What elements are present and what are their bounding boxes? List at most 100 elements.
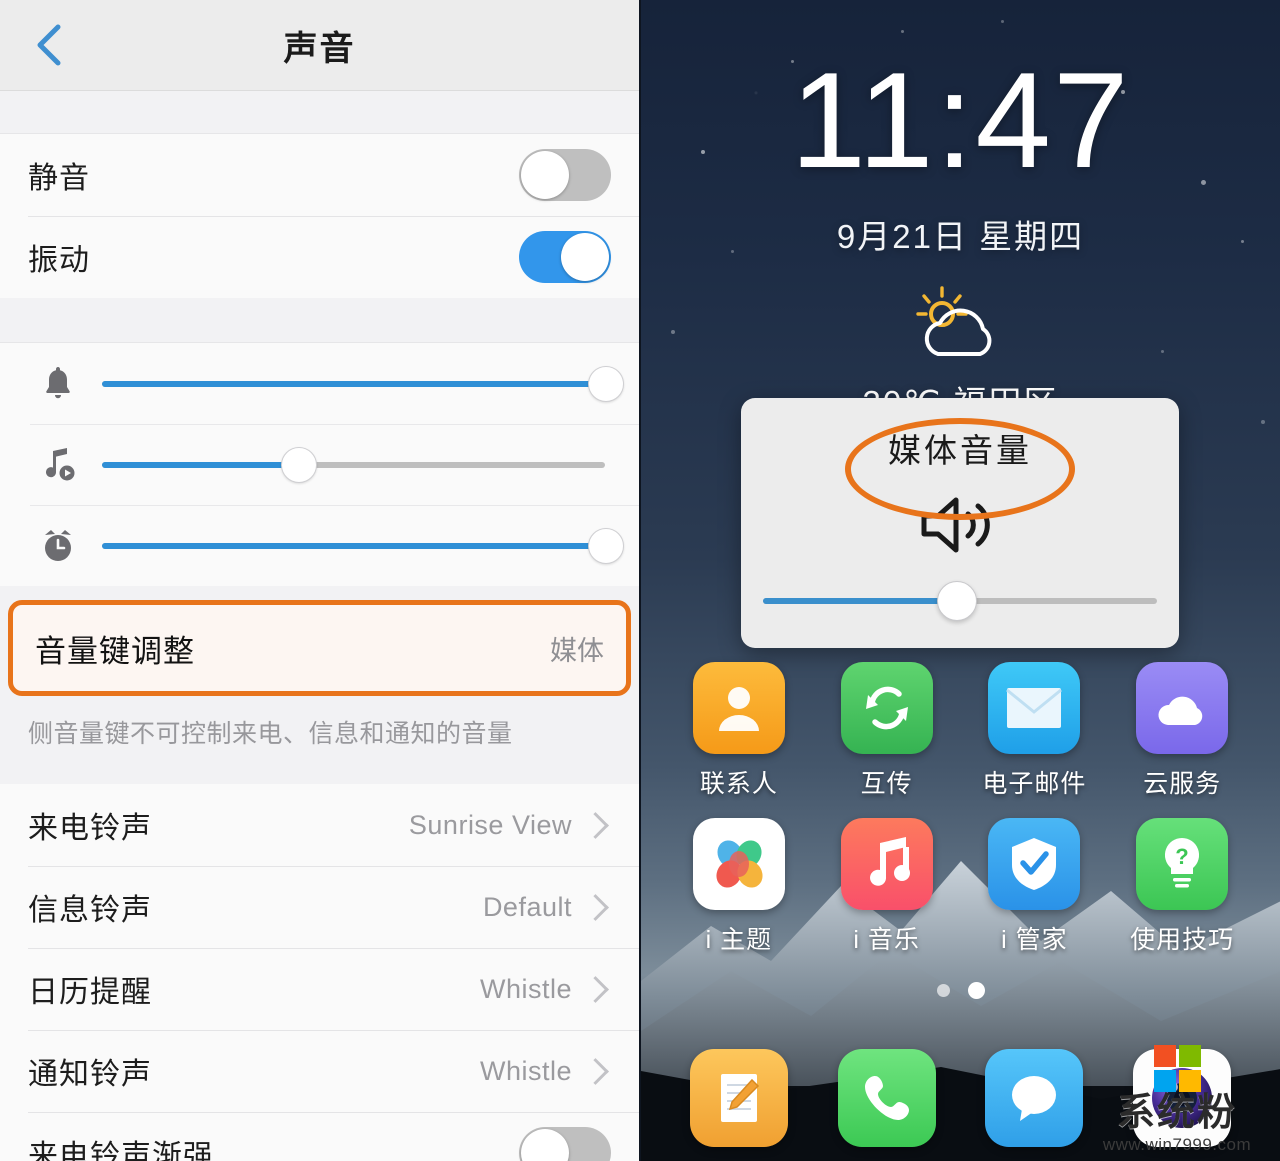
vibrate-toggle[interactable] <box>519 231 611 283</box>
toggle-knob <box>561 233 609 281</box>
slider-thumb[interactable] <box>588 527 624 564</box>
settings-row-ringtone-fade-in[interactable]: 来电铃声渐强 <box>0 1112 639 1161</box>
app-imanager[interactable]: i 管家 <box>961 818 1109 956</box>
row-value: Sunrise View <box>408 809 572 840</box>
back-chevron-icon[interactable] <box>28 19 72 71</box>
chevron-right-icon <box>582 893 609 921</box>
music-icon <box>840 818 933 910</box>
lightbulb-question-icon: ? <box>1136 818 1229 910</box>
page-dot-active[interactable] <box>967 982 985 999</box>
app-label: i 音乐 <box>853 926 920 954</box>
chevron-right-icon <box>582 975 609 1003</box>
clock-date: 9月21日 星期四 <box>836 218 1085 255</box>
app-label: 联系人 <box>699 770 778 798</box>
screenshot-root: 声音 静音 振动 音量键调整 媒体 侧音量键不可控制来电、信息和通知的音量 来电… <box>0 0 1280 1161</box>
watermark: 系统粉 www.win7999.com <box>1082 1045 1272 1155</box>
settings-row-mute[interactable]: 静音 <box>0 134 639 216</box>
page-dot[interactable] <box>936 984 950 997</box>
slider-thumb[interactable] <box>588 365 624 402</box>
slider-fill <box>102 461 299 468</box>
row-label: 通知铃声 <box>28 1058 152 1091</box>
app-tips[interactable]: ? 使用技巧 <box>1108 818 1256 956</box>
app-label: i 管家 <box>1001 926 1068 954</box>
volume-key-section: 音量键调整 媒体 侧音量键不可控制来电、信息和通知的音量 <box>0 586 639 784</box>
slider-fill <box>102 380 605 387</box>
transfer-icon <box>840 662 933 754</box>
chevron-right-icon <box>582 1057 609 1085</box>
navigation-bar: 声音 <box>0 0 639 91</box>
row-label: 日历提醒 <box>28 976 152 1009</box>
phone-handset-icon <box>837 1049 936 1147</box>
microsoft-squares-icon <box>1082 1045 1272 1092</box>
settings-row-notification-ringtone[interactable]: 通知铃声 Whistle <box>0 1030 639 1112</box>
slider-row-ringtone[interactable] <box>0 343 639 424</box>
volume-key-note: 侧音量键不可控制来电、信息和通知的音量 <box>28 720 513 748</box>
ringtone-volume-slider[interactable] <box>102 365 624 402</box>
contacts-icon <box>692 662 785 754</box>
chat-bubble-icon <box>985 1049 1084 1147</box>
shield-check-icon <box>988 818 1081 910</box>
app-cloud-service[interactable]: 云服务 <box>1108 662 1256 800</box>
ringtone-fade-toggle[interactable] <box>519 1127 611 1161</box>
settings-row-call-ringtone[interactable]: 来电铃声 Sunrise View <box>0 784 639 866</box>
app-label: i 主题 <box>705 926 773 954</box>
svg-text:?: ? <box>1175 844 1188 869</box>
row-value: Default <box>482 891 572 922</box>
speaker-wave-icon <box>918 494 1002 561</box>
toggle-knob <box>521 1129 569 1161</box>
switch-group: 静音 振动 <box>0 134 639 298</box>
app-contacts[interactable]: 联系人 <box>665 662 813 800</box>
dock-app-phone[interactable] <box>813 1049 961 1147</box>
slider-row-media[interactable] <box>0 424 639 505</box>
slider-thumb[interactable] <box>937 581 978 621</box>
slider-row-alarm[interactable] <box>0 505 639 586</box>
slider-fill <box>763 598 957 604</box>
row-label: 来电铃声渐强 <box>28 1140 214 1161</box>
row-label: 来电铃声 <box>28 812 152 845</box>
sun-behind-cloud-icon <box>641 284 1280 362</box>
settings-row-vibrate[interactable]: 振动 <box>0 216 639 298</box>
media-volume-slider[interactable] <box>102 446 605 483</box>
row-value: Whistle <box>479 973 572 1004</box>
theme-flower-icon <box>692 818 785 910</box>
settings-panel: 声音 静音 振动 音量键调整 媒体 侧音量键不可控制来电、信息和通知的音量 来电… <box>0 0 641 1161</box>
row-label: 信息铃声 <box>28 894 152 927</box>
slider-fill <box>102 542 605 549</box>
alarm-volume-slider[interactable] <box>102 527 624 564</box>
chevron-right-icon <box>582 811 609 839</box>
watermark-url: www.win7999.com <box>1102 1135 1252 1154</box>
app-itheme[interactable]: i 主题 <box>665 818 813 956</box>
toggle-knob <box>521 151 569 199</box>
page-title: 声音 <box>283 29 356 68</box>
section-gap-top <box>0 91 639 134</box>
mute-toggle[interactable] <box>519 149 611 201</box>
row-label: 静音 <box>28 162 90 195</box>
volume-popup-panel: 媒体音量 <box>741 398 1179 648</box>
phone-home-screen: 11:47 9月21日 星期四 30℃ 福田区 <box>641 0 1280 1161</box>
app-label: 电子邮件 <box>982 770 1087 798</box>
app-transfer[interactable]: 互传 <box>813 662 961 800</box>
settings-row-volume-key[interactable]: 音量键调整 媒体 <box>8 600 631 696</box>
watermark-text: 系统粉 <box>1116 1092 1237 1134</box>
app-label: 使用技巧 <box>1130 926 1235 954</box>
app-email[interactable]: 电子邮件 <box>961 662 1109 800</box>
section-gap-sliders <box>0 298 639 343</box>
media-volume-popup-slider[interactable] <box>763 581 1157 621</box>
volume-slider-group <box>0 343 639 586</box>
volume-popup-title: 媒体音量 <box>888 432 1032 469</box>
cloud-icon <box>1136 662 1229 754</box>
bell-icon <box>30 364 86 404</box>
notes-pencil-icon <box>689 1049 788 1147</box>
app-grid: 联系人 互传 电子邮件 云服务 i 主题 i 音乐 i 管家 ? 使用技巧 <box>641 662 1280 956</box>
row-value: 媒体 <box>550 635 604 666</box>
row-label: 音量键调整 <box>35 633 195 669</box>
dock-app-notes[interactable] <box>665 1049 813 1147</box>
page-indicator <box>641 982 1280 999</box>
settings-row-calendar-alert[interactable]: 日历提醒 Whistle <box>0 948 639 1030</box>
clock-time: 11:47 <box>790 44 1131 196</box>
slider-thumb[interactable] <box>281 446 318 483</box>
app-imusic[interactable]: i 音乐 <box>813 818 961 956</box>
row-label: 振动 <box>28 244 90 277</box>
lockscreen-clock-widget: 11:47 9月21日 星期四 30℃ 福田区 <box>641 52 1280 424</box>
settings-row-message-ringtone[interactable]: 信息铃声 Default <box>0 866 639 948</box>
